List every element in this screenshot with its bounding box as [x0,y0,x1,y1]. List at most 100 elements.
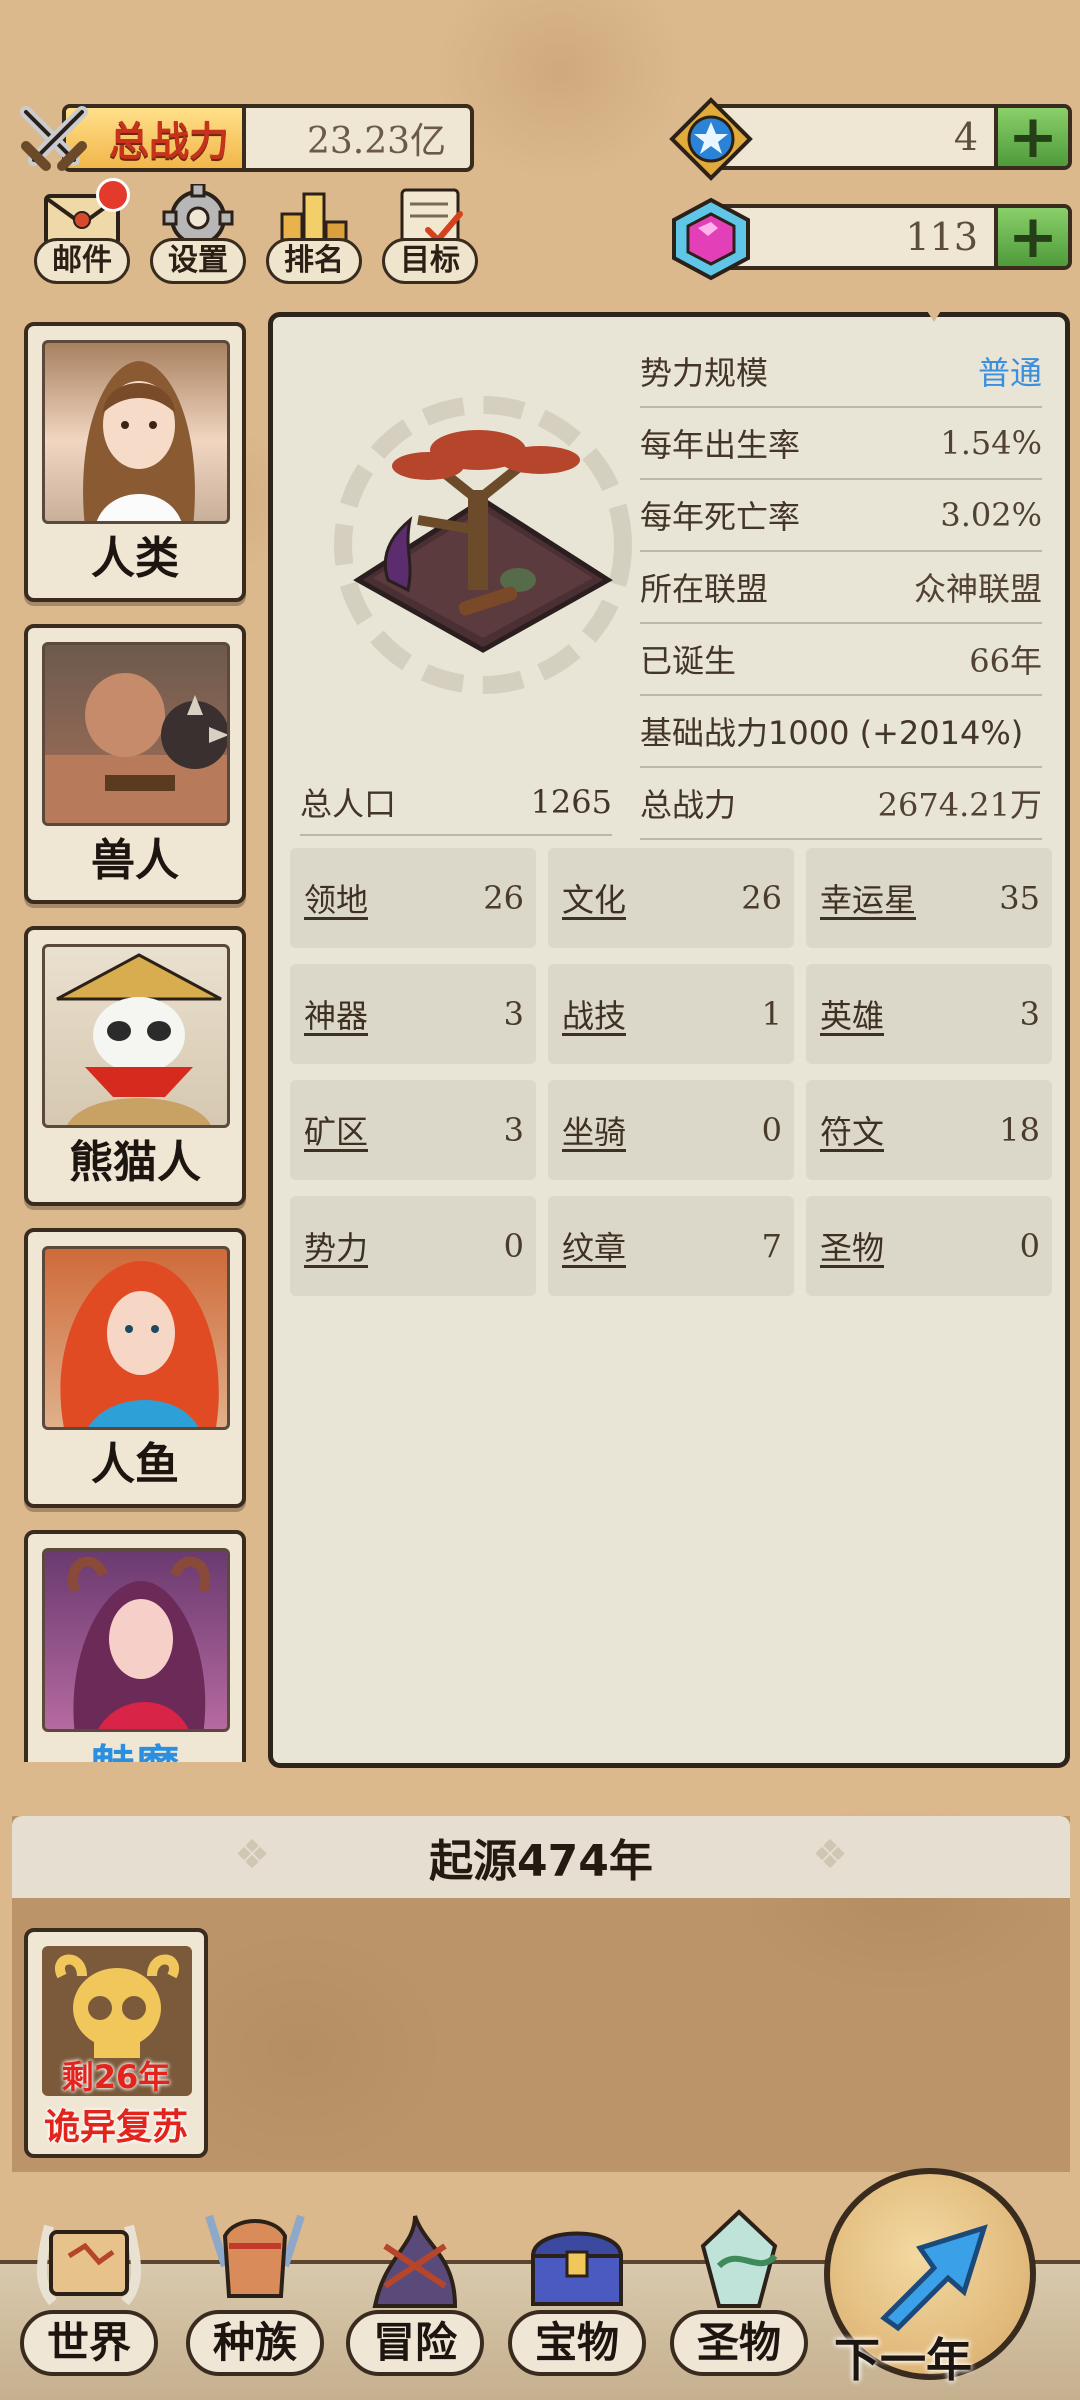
succubus-portrait-art [68,1556,210,1729]
attr-culture[interactable]: 文化 26 [548,848,794,948]
attr-emblem[interactable]: 纹章 7 [548,1196,794,1296]
target-button[interactable]: 目标 [382,184,478,284]
star-badge-icon [669,97,753,181]
attr-mount[interactable]: 坐骑 0 [548,1080,794,1180]
orc-portrait [42,642,230,826]
mail-notification-badge [96,178,130,212]
nav-race[interactable]: 种族 [180,2206,330,2376]
add-gem-button[interactable]: + [994,207,1068,267]
event-remaining-years: 剩26年 [61,2058,171,2096]
merfolk-portrait-art [60,1260,219,1427]
race-list[interactable]: 人类 兽人 熊猫人 人鱼 [24,322,248,1762]
stat-key: 每年出生率 [640,426,801,464]
nav-adventure-label: 冒险 [346,2310,484,2376]
attr-value: 35 [999,879,1040,917]
race-card-pandaren[interactable]: 熊猫人 [24,926,246,1206]
merfolk-portrait [42,1246,230,1430]
ranking-button[interactable]: 排名 [266,184,362,284]
race-stats-list: 势力规模 普通 每年出生率 1.54% 每年死亡率 3.02% 所在联盟 众神联… [640,336,1042,840]
target-label: 目标 [382,238,478,284]
attr-combat-skill[interactable]: 战技 1 [548,964,794,1064]
nav-world[interactable]: 世界 [14,2206,164,2376]
stat-value: 众神联盟 [913,570,1042,608]
gem-currency-bar: 113 + [668,197,1072,281]
adventure-icon [372,2215,458,2308]
attr-value: 1 [761,995,782,1033]
race-card-orc[interactable]: 兽人 [24,624,246,904]
nav-adventure[interactable]: 冒险 [340,2206,490,2376]
orc-portrait-art [45,673,227,823]
settings-label: 设置 [150,238,246,284]
attr-territory[interactable]: 领地 26 [290,848,536,948]
attr-key: 势力 [304,1229,369,1267]
bottom-navigation: 世界 种族 冒险 宝物 圣物 下一年 [0,2168,1080,2400]
header-ornament-right-icon: ❖ [812,1832,848,1878]
attr-value: 0 [1019,1227,1040,1265]
attr-rune[interactable]: 符文 18 [806,1080,1052,1180]
attr-key: 英雄 [820,997,885,1035]
header-ornament-left-icon: ❖ [234,1832,270,1878]
world-map-icon [37,2224,141,2306]
population-key: 总人口 [300,785,397,823]
star-currency-amount: 4 [953,115,978,159]
pandaren-portrait-art [56,953,222,1125]
stat-birth-rate: 每年出生率 1.54% [640,408,1042,480]
nav-world-label: 世界 [20,2310,158,2376]
stat-value: 66年 [969,642,1042,680]
attr-value: 0 [761,1111,782,1149]
next-year-button[interactable]: 下一年 [824,2168,1050,2400]
attr-key: 幸运星 [820,881,917,919]
attribute-grid: 领地 26 文化 26 幸运星 35 神器 3 战技 1 英雄 3 矿区 3 坐骑 0 符文 18… [290,848,1052,1296]
event-card-weird-revival[interactable]: 剩26年 诡异复苏 [24,1928,208,2158]
star-currency-frame: 4 + [708,104,1072,170]
settings-button[interactable]: 设置 [150,184,246,284]
stat-value[interactable]: 普通 [978,348,1042,394]
attr-artifact[interactable]: 神器 3 [290,964,536,1064]
human-portrait-art [83,361,195,521]
attr-relic[interactable]: 圣物 0 [806,1196,1052,1296]
race-name: 人鱼 [91,1439,179,1490]
stat-key: 总战力 [640,786,737,824]
total-power-bar[interactable]: 总战力 23.23亿 [12,98,474,178]
attr-key: 矿区 [304,1113,369,1151]
nav-race-label: 种族 [186,2310,324,2376]
nav-treasure-label: 宝物 [508,2310,646,2376]
nav-relic[interactable]: 圣物 [664,2206,814,2376]
attr-force[interactable]: 势力 0 [290,1196,536,1296]
race-card-succubus[interactable]: 魅魔 [24,1530,246,1762]
stat-key: 每年死亡率 [640,498,801,536]
total-power-frame: 总战力 23.23亿 [62,104,474,172]
stat-total-power: 总战力 2674.21万 [640,768,1042,840]
stat-key: 已诞生 [640,642,737,680]
tribal-mask-icon [205,2214,305,2298]
population-value: 1265 [530,783,612,821]
attr-value: 3 [503,995,524,1033]
crossed-swords-icon [20,106,88,171]
attr-value: 0 [503,1227,524,1265]
attr-mine[interactable]: 矿区 3 [290,1080,536,1180]
race-card-human[interactable]: 人类 [24,322,246,602]
stat-population: 总人口 1265 [300,770,612,836]
relic-crystal-icon [700,2209,778,2308]
race-card-merfolk[interactable]: 人鱼 [24,1228,246,1508]
origin-header: ❖ 起源474年 ❖ [12,1816,1070,1898]
mail-button[interactable]: 邮件 [34,178,130,284]
attr-key: 坐骑 [562,1113,627,1151]
attr-value: 18 [999,1111,1040,1149]
star-currency-bar: 4 + [668,97,1072,181]
stat-value: 3.02% [940,496,1042,534]
stat-born: 已诞生 66年 [640,624,1042,696]
add-star-button[interactable]: + [994,107,1068,167]
attr-key: 战技 [562,997,627,1035]
stat-alliance: 所在联盟 众神联盟 [640,552,1042,624]
pandaren-portrait [42,944,230,1128]
origin-title: 起源474年 [429,1836,653,1887]
attr-value: 3 [503,1111,524,1149]
attr-key: 领地 [304,881,369,919]
nav-treasure[interactable]: 宝物 [502,2206,652,2376]
territory-emblem-icon [334,396,632,694]
attr-hero[interactable]: 英雄 3 [806,964,1052,1064]
race-name: 人类 [91,533,179,584]
attr-lucky-star[interactable]: 幸运星 35 [806,848,1052,948]
stat-key: 势力规模 [640,354,769,392]
